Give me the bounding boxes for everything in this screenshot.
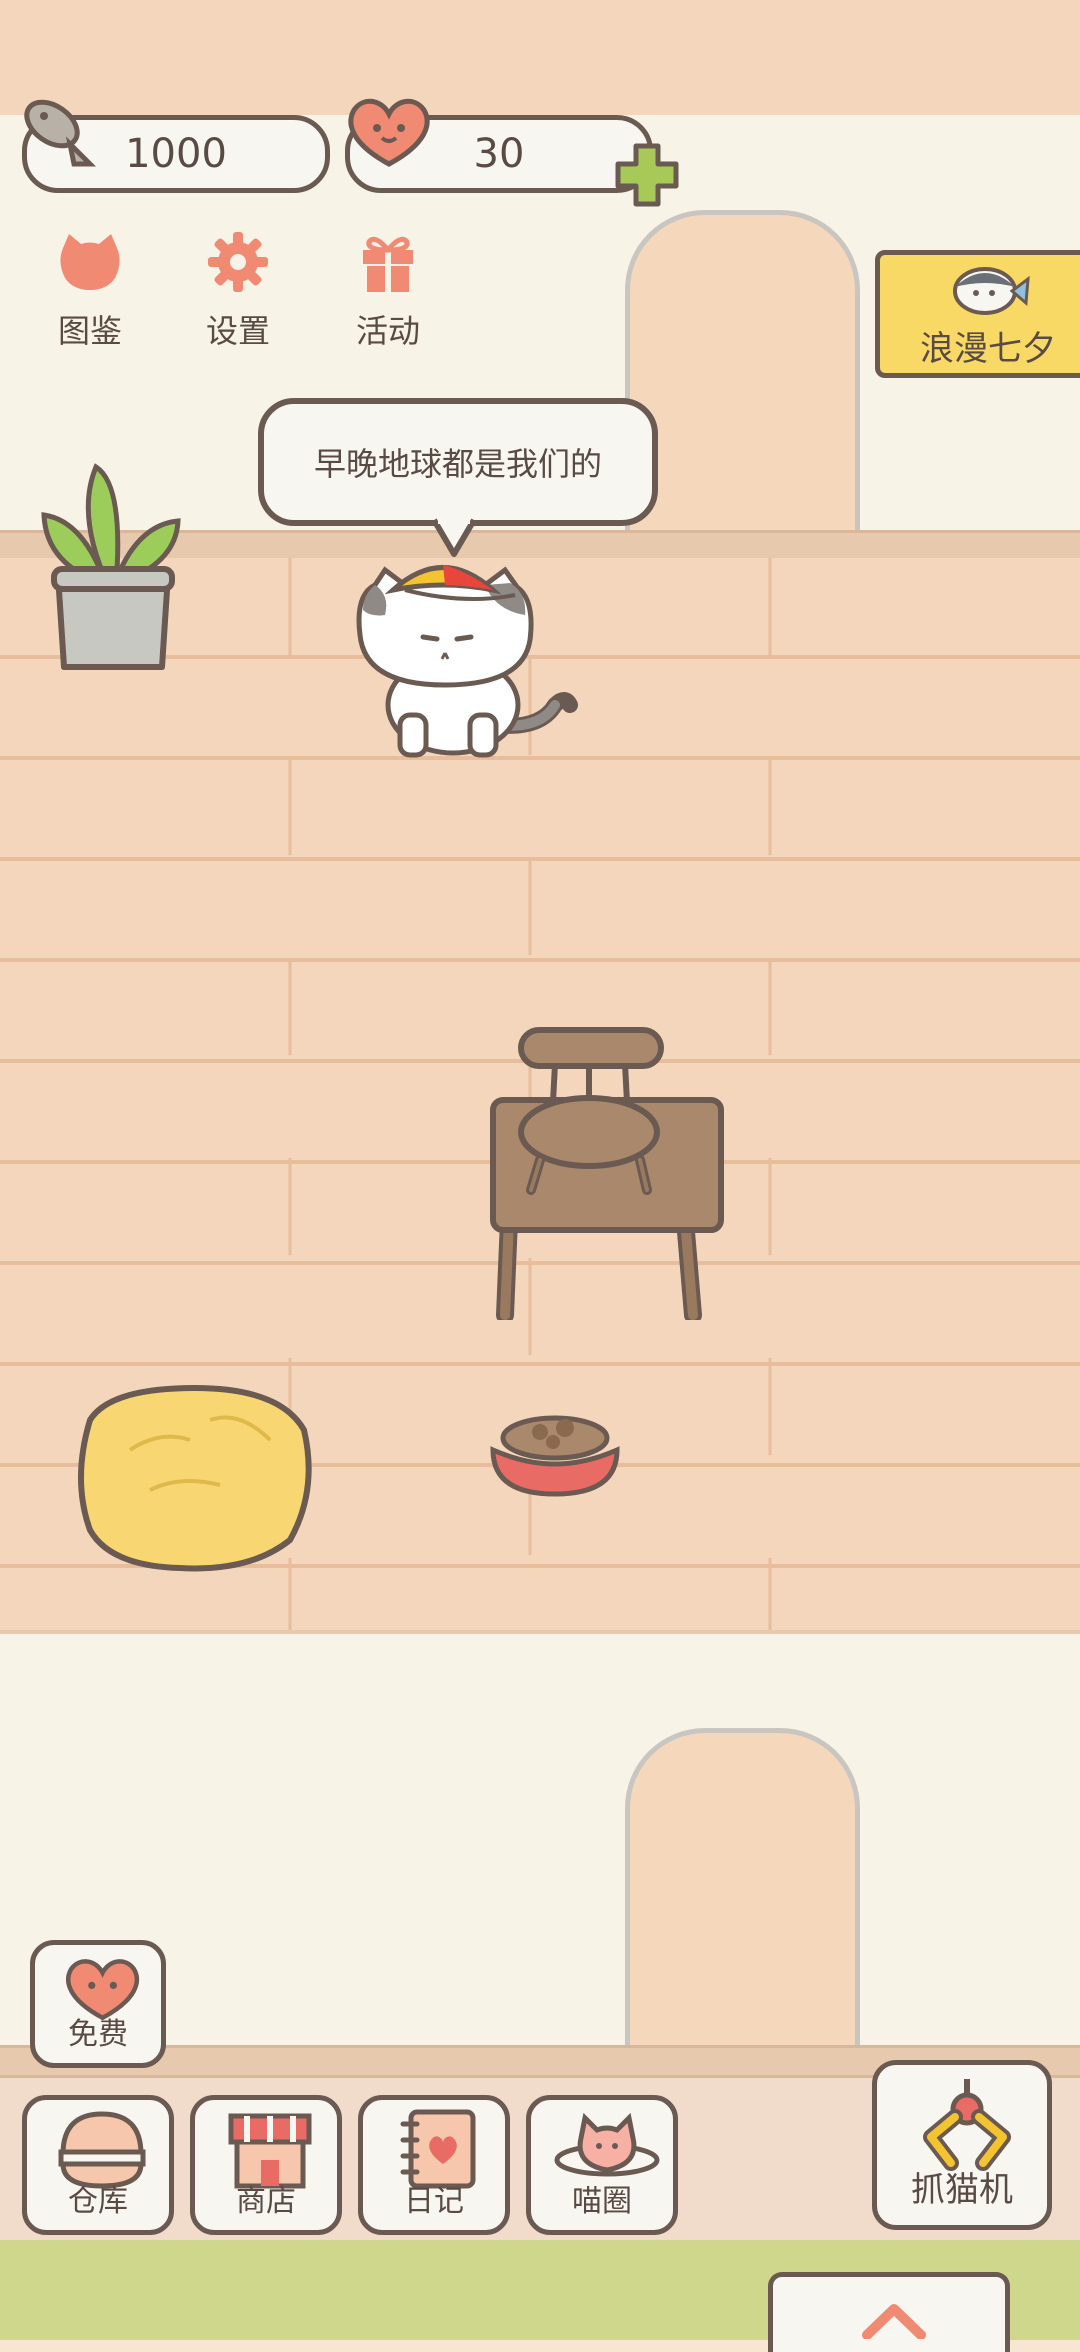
speech-text: 早晚地球都是我们的: [313, 445, 602, 483]
potted-plant[interactable]: [36, 455, 186, 675]
yellow-cushion[interactable]: [70, 1380, 320, 1575]
speech-bubble: 早晚地球都是我们的: [258, 398, 658, 526]
heart-icon: [348, 98, 430, 167]
chevron-up-icon: [862, 2304, 926, 2339]
cat-character[interactable]: [345, 555, 580, 760]
expand-tab[interactable]: [768, 2272, 1010, 2352]
fish-icon: [24, 99, 97, 167]
nav-shop[interactable]: 商店: [190, 2095, 342, 2235]
add-hearts-button[interactable]: [612, 140, 682, 210]
table-with-chair[interactable]: [485, 1020, 730, 1320]
nav-label: 商店: [236, 2184, 296, 2219]
doorway-top: [625, 210, 860, 540]
event-banner[interactable]: 浪漫七夕: [875, 250, 1080, 378]
nav-diary[interactable]: 日记: [358, 2095, 510, 2235]
claw-icon: [923, 2079, 1011, 2171]
fish-count: 1000: [125, 131, 227, 177]
free-label: 免费: [68, 2017, 128, 2052]
event-banner-label: 浪漫七夕: [920, 329, 1056, 369]
menu-settings[interactable]: 设置: [178, 232, 298, 352]
nav-cat-circle[interactable]: 喵圈: [526, 2095, 678, 2235]
speech-bubble-tail: [431, 518, 477, 557]
free-hearts-button[interactable]: 免费: [30, 1940, 166, 2068]
pufferfish-icon: [953, 267, 1030, 315]
gear-icon: [208, 232, 268, 292]
doorway-bottom: [625, 1728, 860, 2053]
claw-machine-label: 抓猫机: [911, 2170, 1013, 2210]
nav-label: 日记: [404, 2184, 464, 2219]
cat-head-icon: [60, 234, 120, 290]
nav-label: 喵圈: [572, 2184, 632, 2219]
menu-collection[interactable]: 图鉴: [30, 232, 150, 352]
menu-label: 图鉴: [57, 312, 122, 350]
menu-events[interactable]: 活动: [328, 232, 448, 352]
gift-icon: [363, 236, 413, 292]
food-bowl[interactable]: [485, 1400, 625, 1500]
upper-wall: [0, 0, 1080, 119]
claw-machine-button[interactable]: 抓猫机: [872, 2060, 1052, 2230]
menu-label: 活动: [355, 312, 420, 350]
nav-storage[interactable]: 仓库: [22, 2095, 174, 2235]
nav-label: 仓库: [68, 2184, 128, 2219]
menu-label: 设置: [205, 312, 270, 350]
heart-count: 30: [473, 131, 525, 177]
